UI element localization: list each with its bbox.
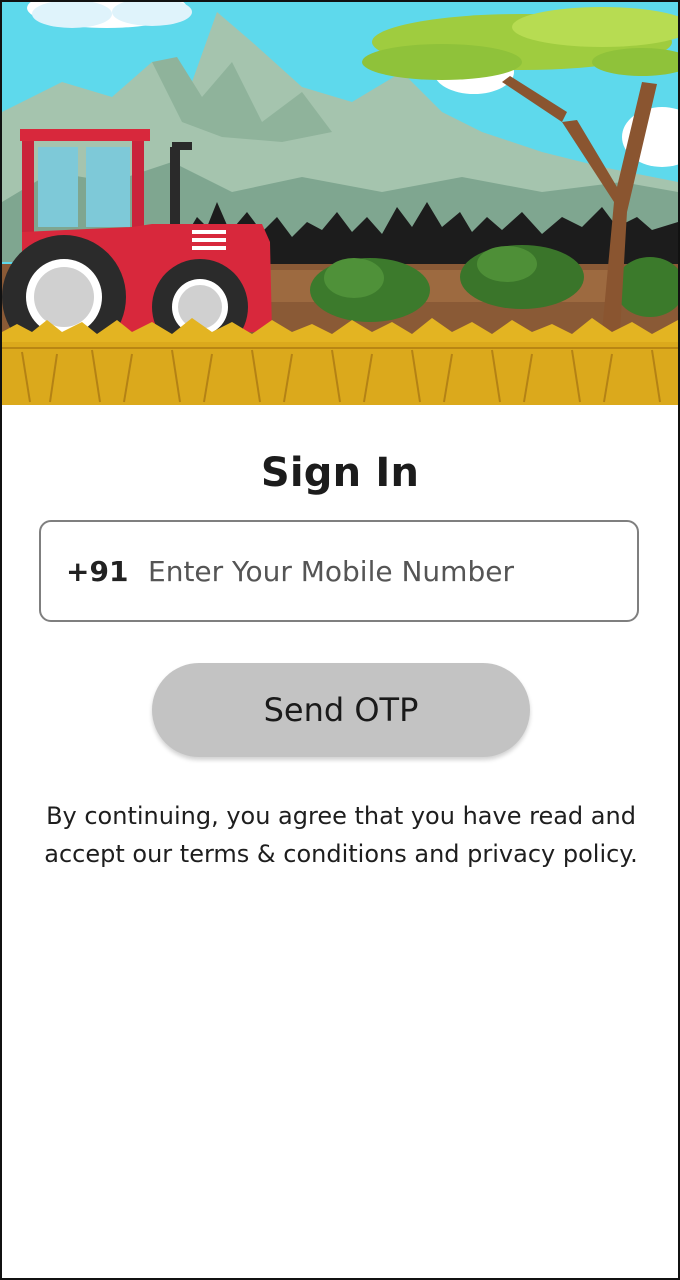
country-code: +91 [66,554,129,588]
terms-text: By continuing, you agree that you have r… [44,802,638,868]
wheat-field [2,318,678,405]
hero-illustration [2,2,678,405]
signin-screen: Sign In +91 Send OTP By continuing, you … [0,0,680,1280]
send-otp-button[interactable]: Send OTP [152,663,530,757]
page-title: Sign In [260,450,420,496]
phone-field[interactable]: +91 [39,520,639,622]
cloud-icon [27,2,192,28]
mobile-number-input[interactable] [148,541,637,601]
farm-tractor-illustration [2,2,678,405]
